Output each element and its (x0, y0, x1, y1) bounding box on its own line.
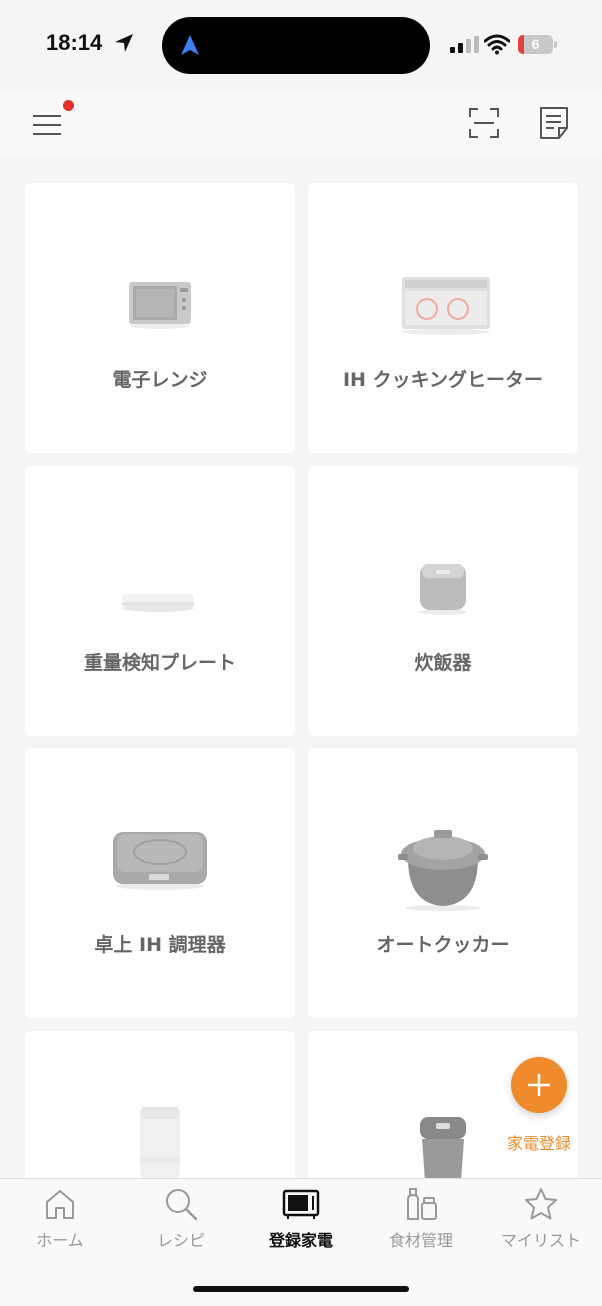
appliance-card-rice-cooker[interactable]: 炊飯器 (308, 466, 578, 736)
microwave-icon (129, 282, 191, 329)
memo-icon[interactable] (538, 106, 570, 140)
blender-icon (140, 1107, 180, 1181)
star-icon (525, 1188, 557, 1220)
home-icon (46, 1190, 74, 1219)
ingredients-icon (407, 1188, 437, 1220)
rice-cooker-icon (419, 564, 467, 615)
appliance-label: 炊飯器 (414, 652, 472, 674)
cellular-signal-icon (450, 36, 479, 53)
tab-label: ホーム (36, 1231, 84, 1250)
auto-cooker-icon (398, 830, 488, 911)
appliance-card-microwave[interactable]: 電子レンジ (25, 183, 295, 453)
hamburger-menu-icon[interactable] (33, 112, 61, 138)
location-arrow-icon (115, 34, 133, 52)
plus-icon (528, 1074, 550, 1096)
microwave-icon (282, 1189, 320, 1219)
wifi-icon (484, 34, 510, 55)
home-indicator (193, 1286, 409, 1292)
appliance-label: 卓上 IH 調理器 (94, 934, 226, 956)
appliance-card-blender[interactable] (25, 1031, 295, 1181)
appliance-card-ih-cooktop[interactable]: IH クッキングヒーター (308, 183, 578, 453)
add-appliance-label[interactable]: 家電登録 (498, 1130, 580, 1154)
status-time: 18:14 (46, 30, 103, 55)
ih-cooktop-icon (402, 277, 490, 335)
app-header (0, 90, 602, 158)
notification-dot (63, 100, 74, 111)
add-appliance-button[interactable] (511, 1057, 567, 1113)
tab-recipe[interactable]: レシピ (121, 1187, 241, 1257)
appliance-card-tabletop-ih[interactable]: 卓上 IH 調理器 (25, 748, 295, 1018)
appliance-label: オートクッカー (376, 934, 510, 956)
status-bar: 18:14 6 (0, 0, 602, 90)
tab-ingredients[interactable]: 食材管理 (361, 1187, 481, 1257)
tab-label: マイリスト (500, 1231, 581, 1250)
dynamic-island (162, 17, 430, 74)
appliance-label: IH クッキングヒーター (342, 369, 544, 391)
tab-registered-appliances[interactable]: 登録家電 (241, 1187, 361, 1257)
appliance-card-weight-plate[interactable]: 重量検知プレート (25, 466, 295, 736)
navigation-arrow-icon (181, 35, 199, 55)
appliance-card-auto-cooker[interactable]: オートクッカー (308, 748, 578, 1018)
tab-label: レシピ (156, 1231, 205, 1250)
appliance-label: 重量検知プレート (83, 652, 236, 674)
tabletop-ih-icon (113, 832, 207, 890)
trash-bin-icon (420, 1117, 466, 1181)
scan-icon[interactable] (469, 108, 499, 138)
tab-label: 登録家電 (268, 1231, 333, 1250)
tab-label: 食材管理 (388, 1231, 453, 1250)
battery-level: 6 (531, 36, 540, 52)
tab-home[interactable]: ホーム (0, 1187, 120, 1257)
search-icon (166, 1189, 198, 1221)
weight-plate-icon (122, 594, 194, 612)
battery-icon: 6 (518, 35, 557, 54)
appliance-label: 電子レンジ (112, 369, 208, 391)
tab-my-list[interactable]: マイリスト (481, 1187, 601, 1257)
